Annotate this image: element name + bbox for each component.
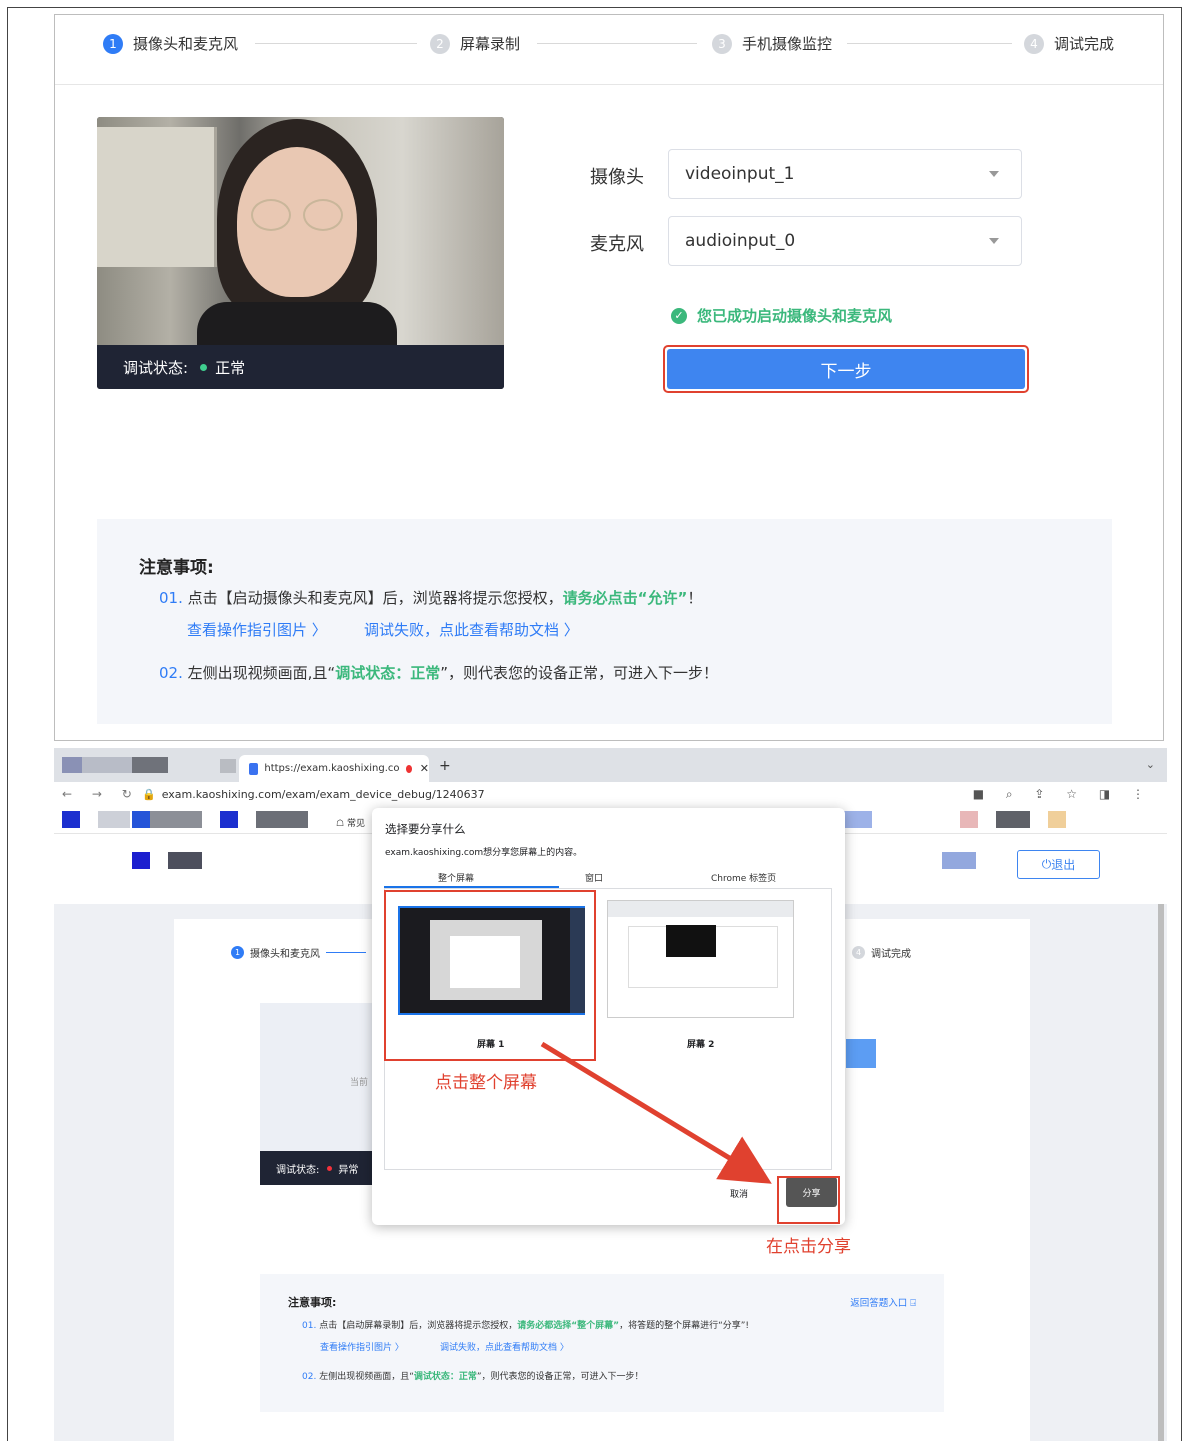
step-2-label: 屏幕录制 bbox=[460, 35, 521, 53]
mini-help-link[interactable]: 调试失败，点此查看帮助文档 〉 bbox=[440, 1340, 569, 1353]
step-4-number: 4 bbox=[1024, 33, 1044, 54]
notice-title: 注意事项: bbox=[139, 558, 214, 578]
annotation-box-share bbox=[777, 1176, 840, 1224]
step-2-number: 2 bbox=[430, 33, 450, 54]
bookmark-icon: ☖ bbox=[336, 819, 347, 829]
tab-search-icon[interactable]: ⌄ bbox=[1146, 758, 1155, 771]
address-bar: ← → ↻ 🔒 exam.kaoshixing.com/exam/exam_dev… bbox=[54, 782, 1167, 808]
guide-images-link[interactable]: 查看操作指引图片 〉 bbox=[187, 619, 327, 640]
check-circle-icon: ✓ bbox=[671, 307, 687, 324]
close-tab-icon[interactable]: ✕ bbox=[420, 762, 429, 775]
mini-step-1: 1 摄像头和麦克风 bbox=[231, 945, 366, 960]
camera-select-value: videoinput_1 bbox=[685, 164, 795, 184]
dialog-title: 选择要分享什么 bbox=[385, 822, 466, 836]
mini-notice-item-2: 02. 左侧出现视频画面，且“调试状态：正常”，则代表您的设备正常，可进入下一步… bbox=[302, 1372, 644, 1382]
step-connector bbox=[255, 43, 417, 44]
start-recording-button[interactable] bbox=[846, 1039, 876, 1068]
step-3-number: 3 bbox=[712, 33, 732, 54]
success-text: 您已成功启动摄像头和麦克风 bbox=[697, 307, 893, 325]
step-1: 1 摄像头和麦克风 bbox=[103, 33, 238, 54]
annotation-highlight-box: 下一步 bbox=[663, 345, 1029, 393]
cancel-button[interactable]: 取消 bbox=[730, 1187, 748, 1200]
power-icon: ⏻ bbox=[1041, 857, 1052, 871]
camera-select[interactable]: videoinput_1 bbox=[668, 149, 1022, 199]
url-field[interactable]: 🔒 exam.kaoshixing.com/exam/exam_device_de… bbox=[142, 788, 485, 801]
browser-window: https://exam.kaoshixing.co ✕ + ⌄ ← → ↻ 🔒… bbox=[54, 748, 1167, 1441]
site-favicon-icon bbox=[249, 762, 259, 775]
tab-chrome-tab[interactable]: Chrome 标签页 bbox=[711, 871, 776, 884]
mic-select[interactable]: audioinput_0 bbox=[668, 216, 1022, 266]
mini-step-4: 4 调试完成 bbox=[852, 945, 911, 960]
annotation-arrow bbox=[540, 1041, 772, 1184]
step-2: 2 屏幕录制 bbox=[430, 33, 520, 54]
camera-preview: 调试状态: 正常 bbox=[97, 117, 504, 389]
new-tab-icon[interactable]: + bbox=[439, 758, 451, 774]
notice-item-2: 02. 左侧出现视频画面,且“调试状态：正常”，则代表您的设备正常，可进入下一步… bbox=[159, 664, 718, 682]
chevron-down-icon bbox=[989, 238, 999, 244]
help-doc-link[interactable]: 调试失败，点此查看帮助文档 〉 bbox=[364, 619, 579, 640]
exit-button[interactable]: ⏻ 退出 bbox=[1017, 850, 1100, 879]
step-3: 3 手机摄像监控 bbox=[712, 33, 832, 54]
device-debug-panel: 1 摄像头和麦克风 2 屏幕录制 3 手机摄像监控 4 调试完成 调试状态: 正… bbox=[54, 14, 1164, 741]
toolbar-icons[interactable]: ■ ⌕ ⇪ ☆ ◨ ⋮ bbox=[973, 787, 1153, 802]
mic-select-value: audioinput_0 bbox=[685, 231, 796, 251]
debug-status-label: 调试状态: bbox=[123, 358, 189, 377]
lock-icon: 🔒 bbox=[142, 788, 156, 801]
step-4-label: 调试完成 bbox=[1054, 35, 1115, 53]
camera-video-feed bbox=[97, 117, 504, 347]
tab-entire-screen[interactable]: 整个屏幕 bbox=[438, 871, 474, 884]
next-step-button[interactable]: 下一步 bbox=[667, 349, 1025, 389]
annotation-click-entire-screen: 点击整个屏幕 bbox=[435, 1073, 537, 1093]
notice-item-1: 01. 点击【启动摄像头和麦克风】后，浏览器将提示您授权，请务必点击“允许”！ bbox=[159, 589, 703, 607]
screen-2-thumbnail[interactable] bbox=[607, 900, 794, 1018]
mini-notice-item-1: 01. 点击【启动屏幕录制】后，浏览器将提示您授权，请务必都选择“整个屏幕”，将… bbox=[302, 1321, 749, 1331]
debug-status-bar: 调试状态: 正常 bbox=[97, 345, 504, 389]
notice-panel: 注意事项: 01. 点击【启动摄像头和麦克风】后，浏览器将提示您授权，请务必点击… bbox=[97, 519, 1112, 724]
recording-icon bbox=[405, 764, 412, 773]
annotation-click-share: 在点击分享 bbox=[766, 1237, 851, 1257]
navigation-icons[interactable]: ← → ↻ bbox=[62, 787, 140, 801]
dialog-subtitle: exam.kaoshixing.com想分享您屏幕上的内容。 bbox=[385, 848, 583, 858]
success-message: ✓ 您已成功启动摄像头和麦克风 bbox=[671, 305, 892, 326]
step-3-label: 手机摄像监控 bbox=[742, 35, 833, 53]
chevron-down-icon bbox=[989, 171, 999, 177]
bookmark-item[interactable]: ☖ 常见 bbox=[336, 816, 365, 829]
browser-tab[interactable]: https://exam.kaoshixing.co ✕ bbox=[239, 755, 429, 782]
mini-guide-link[interactable]: 查看操作指引图片 〉 bbox=[320, 1340, 404, 1353]
step-indicator: 1 摄像头和麦克风 2 屏幕录制 3 手机摄像监控 4 调试完成 bbox=[55, 15, 1163, 85]
step-connector bbox=[537, 43, 697, 44]
mini-notice-panel: 注意事项: 返回答题入口 ⍈ 01. 点击【启动屏幕录制】后，浏览器将提示您授权… bbox=[260, 1274, 944, 1412]
step-1-label: 摄像头和麦克风 bbox=[133, 35, 239, 53]
status-error-dot bbox=[327, 1165, 333, 1171]
back-to-exam-link[interactable]: 返回答题入口 ⍈ bbox=[850, 1295, 916, 1309]
status-ok-dot bbox=[200, 363, 208, 371]
step-connector bbox=[847, 43, 1012, 44]
debug-status-value: 正常 bbox=[215, 358, 246, 377]
tab-bar: https://exam.kaoshixing.co ✕ + ⌄ bbox=[54, 748, 1167, 782]
tab-title: https://exam.kaoshixing.co bbox=[264, 763, 400, 774]
preview-placeholder: 当前 bbox=[350, 1078, 369, 1088]
tab-window[interactable]: 窗口 bbox=[585, 871, 603, 884]
step-1-number: 1 bbox=[103, 33, 123, 54]
scrollbar[interactable] bbox=[1158, 904, 1164, 1441]
camera-label: 摄像头 bbox=[590, 167, 644, 188]
step-4: 4 调试完成 bbox=[1024, 33, 1114, 54]
mic-label: 麦克风 bbox=[590, 234, 644, 255]
